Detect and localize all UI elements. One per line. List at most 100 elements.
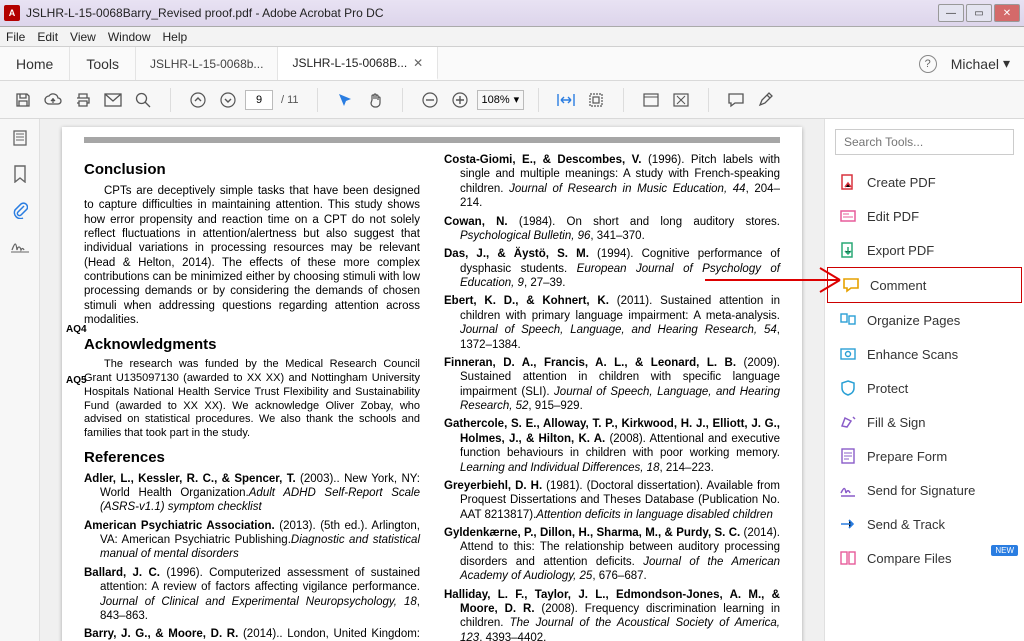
doc-tab-1-label: JSLHR-L-15-0068b... xyxy=(150,57,263,71)
heading-ack: Acknowledgments xyxy=(84,336,420,355)
comment-bubble-icon[interactable] xyxy=(723,87,749,113)
tools-panel: Create PDF Edit PDF Export PDF Comment Organ… xyxy=(824,119,1024,641)
cloud-icon[interactable] xyxy=(40,87,66,113)
fit-page-icon[interactable] xyxy=(583,87,609,113)
mail-icon[interactable] xyxy=(100,87,126,113)
view-mode-icon[interactable] xyxy=(638,87,664,113)
tool-fill-sign[interactable]: Fill & Sign xyxy=(825,405,1024,439)
bookmark-icon[interactable] xyxy=(9,163,31,185)
heading-conclusion: Conclusion xyxy=(84,161,420,180)
page-header-bar xyxy=(84,137,780,143)
help-icon[interactable]: ? xyxy=(919,55,937,73)
reference-entry: American Psychiatric Association. (2013)… xyxy=(84,519,420,562)
right-column: Costa-Giomi, E., & Descombes, V. (1996).… xyxy=(444,153,780,641)
compare-files-icon xyxy=(839,549,857,567)
arrow-tool-icon[interactable] xyxy=(332,87,358,113)
chevron-down-icon: ▾ xyxy=(1003,55,1010,72)
minimize-button[interactable]: ― xyxy=(938,4,964,22)
attachment-icon[interactable] xyxy=(9,199,31,221)
tool-label: Export PDF xyxy=(867,243,934,258)
reference-entry: Gathercole, S. E., Alloway, T. P., Kirkw… xyxy=(444,417,780,475)
search-tools-input[interactable] xyxy=(835,129,1014,155)
close-tab-icon[interactable]: ✕ xyxy=(413,56,423,70)
tool-label: Edit PDF xyxy=(867,209,919,224)
document-view[interactable]: Conclusion CPTs are deceptively simple t… xyxy=(40,119,824,641)
page-number-input[interactable] xyxy=(245,90,273,110)
print-icon[interactable] xyxy=(70,87,96,113)
search-icon[interactable] xyxy=(130,87,156,113)
doc-tab-1[interactable]: JSLHR-L-15-0068b... xyxy=(136,47,278,80)
tool-create-pdf[interactable]: Create PDF xyxy=(825,165,1024,199)
tool-label: Enhance Scans xyxy=(867,347,958,362)
thumbnails-icon[interactable] xyxy=(9,127,31,149)
tool-organize-pages[interactable]: Organize Pages xyxy=(825,303,1024,337)
page-down-icon[interactable] xyxy=(215,87,241,113)
user-name: Michael xyxy=(951,56,999,72)
doc-tab-2[interactable]: JSLHR-L-15-0068B... ✕ xyxy=(278,47,438,80)
reference-entry: Finneran, D. A., Francis, A. L., & Leona… xyxy=(444,356,780,414)
tool-label: Fill & Sign xyxy=(867,415,926,430)
ack-text: The research was funded by the Medical R… xyxy=(84,358,420,441)
tool-comment[interactable]: Comment xyxy=(827,267,1022,303)
zoom-value: 108% xyxy=(482,94,510,106)
tool-label: Protect xyxy=(867,381,908,396)
hand-tool-icon[interactable] xyxy=(362,87,388,113)
tools-button[interactable]: Tools xyxy=(70,47,136,80)
protect-icon xyxy=(839,379,857,397)
aq5-marker: AQ5 xyxy=(66,375,87,388)
reference-entry: Das, J., & Äystö, S. M. (1994). Cognitiv… xyxy=(444,247,780,290)
reference-entry: Adler, L., Kessler, R. C., & Spencer, T.… xyxy=(84,472,420,515)
zoom-dropdown[interactable]: 108%▾ xyxy=(477,90,525,110)
user-menu[interactable]: Michael ▾ xyxy=(951,55,1010,72)
page-up-icon[interactable] xyxy=(185,87,211,113)
close-button[interactable]: ✕ xyxy=(994,4,1020,22)
menu-help[interactable]: Help xyxy=(163,30,188,44)
heading-refs: References xyxy=(84,449,420,468)
tool-prepare-form[interactable]: Prepare Form xyxy=(825,439,1024,473)
tool-send-for-signature[interactable]: Send for Signature xyxy=(825,473,1024,507)
tool-label: Compare Files xyxy=(867,551,952,566)
fit-width-icon[interactable] xyxy=(553,87,579,113)
highlight-pen-icon[interactable] xyxy=(753,87,779,113)
reference-entry: Costa-Giomi, E., & Descombes, V. (1996).… xyxy=(444,153,780,211)
tool-enhance-scans[interactable]: Enhance Scans xyxy=(825,337,1024,371)
app-icon: A xyxy=(4,5,20,21)
create-pdf-icon xyxy=(839,173,857,191)
doc-tab-2-label: JSLHR-L-15-0068B... xyxy=(292,56,407,70)
read-mode-icon[interactable] xyxy=(668,87,694,113)
reference-entry: Cowan, N. (1984). On short and long audi… xyxy=(444,215,780,244)
toolbar: / 11 108%▾ xyxy=(0,81,1024,119)
menu-file[interactable]: File xyxy=(6,30,25,44)
tool-edit-pdf[interactable]: Edit PDF xyxy=(825,199,1024,233)
export-pdf-icon xyxy=(839,241,857,259)
signature-icon[interactable] xyxy=(9,235,31,257)
organize-pages-icon xyxy=(839,311,857,329)
tool-send-track[interactable]: Send & Track xyxy=(825,507,1024,541)
save-icon[interactable] xyxy=(10,87,36,113)
aq4-marker: AQ4 xyxy=(66,324,87,337)
zoom-out-icon[interactable] xyxy=(417,87,443,113)
edit-pdf-icon xyxy=(839,207,857,225)
doc-tabs: JSLHR-L-15-0068b... JSLHR-L-15-0068B... ✕ xyxy=(136,47,905,80)
menu-edit[interactable]: Edit xyxy=(37,30,58,44)
tool-protect[interactable]: Protect xyxy=(825,371,1024,405)
fill-sign-icon xyxy=(839,413,857,431)
send-for-signature-icon xyxy=(839,481,857,499)
pdf-page: Conclusion CPTs are deceptively simple t… xyxy=(62,127,802,641)
maximize-button[interactable]: ▭ xyxy=(966,4,992,22)
menu-view[interactable]: View xyxy=(70,30,96,44)
tool-label: Comment xyxy=(870,278,926,293)
menu-window[interactable]: Window xyxy=(108,30,151,44)
tool-export-pdf[interactable]: Export PDF xyxy=(825,233,1024,267)
top-right: ? Michael ▾ xyxy=(905,47,1024,80)
comment-icon xyxy=(842,276,860,294)
home-button[interactable]: Home xyxy=(0,47,70,80)
zoom-in-icon[interactable] xyxy=(447,87,473,113)
tool-label: Organize Pages xyxy=(867,313,960,328)
tool-label: Create PDF xyxy=(867,175,936,190)
reference-entry: Ballard, J. C. (1996). Computerized asse… xyxy=(84,566,420,624)
window-controls: ― ▭ ✕ xyxy=(938,4,1020,22)
reference-entry: Halliday, L. F., Taylor, J. L., Edmondso… xyxy=(444,588,780,641)
tool-compare-files[interactable]: Compare Files NEW xyxy=(825,541,1024,575)
new-badge: NEW xyxy=(991,545,1018,556)
